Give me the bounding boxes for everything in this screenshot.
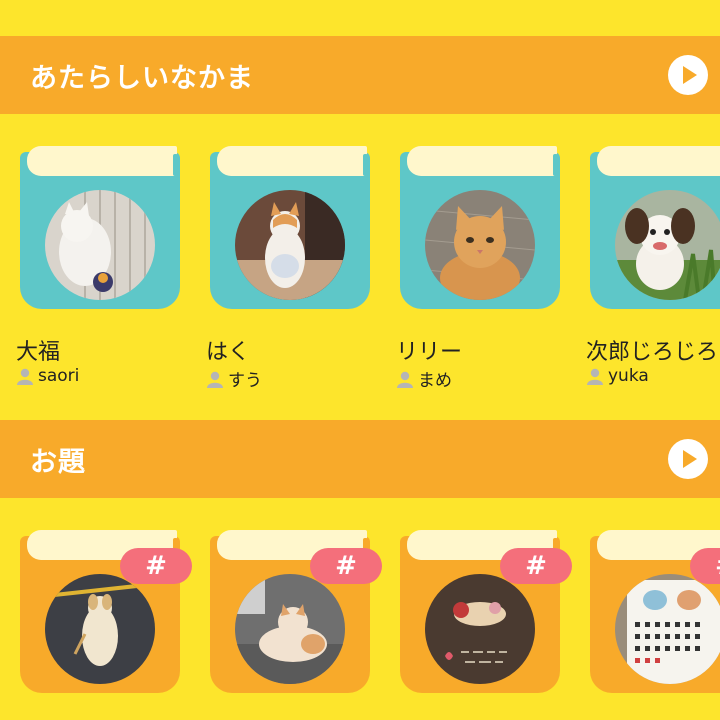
hashtag-badge: # bbox=[120, 548, 192, 584]
topic-photo bbox=[235, 574, 345, 684]
pet-name: 次郎じろじろ bbox=[586, 340, 719, 365]
topic-photo bbox=[425, 574, 535, 684]
owner-line: saori bbox=[16, 366, 79, 386]
new-friends-row: 大福 saori はく すう リリー まめ 次郎じろじろ yuka bbox=[0, 144, 720, 404]
topic-photo bbox=[45, 574, 155, 684]
topics-header: お題 bbox=[0, 420, 720, 498]
pet-photo bbox=[45, 190, 155, 300]
pet-name: リリー bbox=[396, 340, 463, 365]
hashtag-badge: # bbox=[310, 548, 382, 584]
user-icon bbox=[17, 368, 33, 385]
pet-photo bbox=[425, 190, 535, 300]
topics-row: # # # bbox=[0, 528, 720, 720]
new-friends-play-button[interactable] bbox=[668, 55, 708, 95]
pet-name: 大福 bbox=[16, 340, 61, 365]
book-frame bbox=[20, 144, 180, 309]
owner-name[interactable]: yuka bbox=[608, 366, 649, 386]
owner-name[interactable]: saori bbox=[38, 366, 79, 386]
pet-name: はく bbox=[206, 340, 251, 365]
owner-line: yuka bbox=[586, 366, 649, 386]
user-icon bbox=[207, 371, 223, 388]
play-icon bbox=[683, 450, 697, 468]
new-friends-header: あたらしいなかま bbox=[0, 36, 720, 114]
book-frame bbox=[590, 144, 720, 309]
user-icon bbox=[587, 368, 603, 385]
play-icon bbox=[683, 66, 697, 84]
book-frame bbox=[400, 144, 560, 309]
hashtag-badge: # bbox=[690, 548, 720, 584]
hashtag-badge: # bbox=[500, 548, 572, 584]
section-title-new-friends: あたらしいなかま bbox=[30, 62, 254, 94]
user-icon bbox=[397, 371, 413, 388]
topic-photo bbox=[615, 574, 720, 684]
pet-photo bbox=[615, 190, 720, 300]
topics-play-button[interactable] bbox=[668, 439, 708, 479]
owner-name[interactable]: すう bbox=[228, 366, 262, 391]
owner-line: まめ bbox=[396, 366, 452, 391]
pet-photo bbox=[235, 190, 345, 300]
owner-line: すう bbox=[206, 366, 262, 391]
owner-name[interactable]: まめ bbox=[418, 366, 452, 391]
section-title-topics: お題 bbox=[30, 446, 86, 478]
book-frame bbox=[210, 144, 370, 309]
